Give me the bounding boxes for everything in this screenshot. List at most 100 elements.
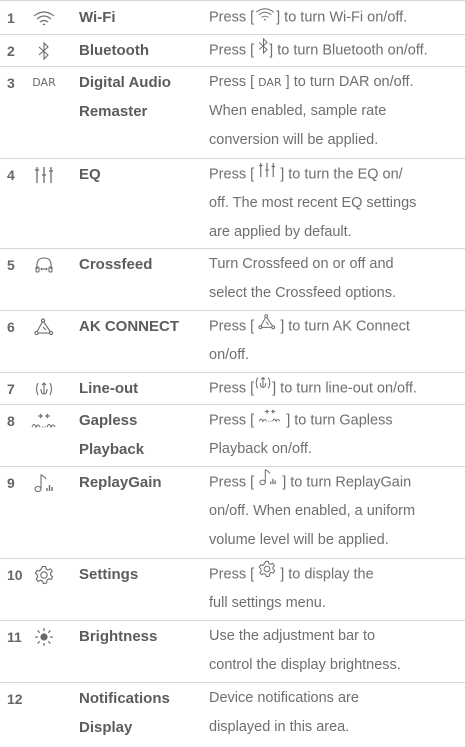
row-number: 12: [7, 691, 23, 707]
table-row: 11 Brightness Use the adjustment bar to …: [0, 621, 465, 683]
row-name-line: Gapless: [79, 412, 138, 429]
desc-text: Press [: [209, 412, 255, 429]
table-row: 9 ReplayGain Press [ ] to turn ReplayGai…: [0, 467, 465, 559]
desc-text: on/off.: [209, 347, 250, 364]
row-description: Turn Crossfeed on or off and select the …: [209, 250, 461, 308]
ak-connect-icon: [30, 311, 58, 343]
eq-icon: [258, 160, 276, 189]
desc-text: ] to turn Bluetooth on/off.: [269, 42, 428, 59]
row-name-line: Display: [79, 719, 133, 736]
settings-icon: [30, 559, 58, 591]
row-name: Crossfeed: [79, 256, 153, 273]
desc-text: ] to display the: [280, 566, 374, 583]
row-number: 7: [7, 381, 15, 397]
desc-text: Press [: [209, 74, 255, 90]
desc-text: Press [: [209, 474, 255, 491]
row-name: ReplayGain: [79, 474, 162, 491]
desc-text: select the Crossfeed options.: [209, 285, 396, 301]
desc-text: on/off. When enabled, a uniform: [209, 503, 416, 520]
row-description: Press [ ] to turn Bluetooth on/off.: [209, 36, 461, 65]
bluetooth-icon: [258, 36, 269, 65]
table-row: 7 Line-out Press [ ] to turn line-out on/…: [0, 373, 465, 405]
dar-icon-text: DAR: [32, 76, 56, 89]
table-row: 4 EQ Press [ ] to turn the EQ on/ off. T…: [0, 159, 465, 249]
dar-icon: DAR: [258, 76, 282, 89]
desc-text: control the display brightness.: [209, 657, 401, 673]
row-number: 11: [7, 629, 22, 645]
row-number: 8: [7, 413, 15, 429]
row-description: Press [ ] to turn AK Connect on/off.: [209, 312, 461, 370]
dar-icon: DAR: [30, 67, 58, 99]
row-description: Press [ ] to turn Gapless Playback on/of…: [209, 406, 461, 464]
ak-connect-icon: [258, 312, 276, 341]
row-description: Press [ ] to turn line-out on/off.: [209, 374, 461, 403]
table-row: 2 Bluetooth Press [ ] to turn Bluetooth …: [0, 35, 465, 67]
line-out-icon: [254, 374, 272, 403]
desc-text: Press [: [209, 566, 255, 583]
row-name-line: Digital Audio: [79, 74, 171, 91]
row-number: 1: [7, 10, 15, 26]
row-name-line: Playback: [79, 441, 145, 458]
bluetooth-icon: [30, 35, 58, 67]
feature-table: 1 Wi-Fi Press [ ] to turn Wi-Fi on/off. 2…: [0, 0, 465, 747]
row-name: Settings: [79, 566, 139, 583]
desc-text: volume level will be applied.: [209, 532, 389, 549]
table-row: 6 AK CONNECT Press [ ] to turn AK Connec…: [0, 311, 465, 373]
desc-text: Press [: [209, 42, 255, 59]
row-description: Press [ ] to turn Wi-Fi on/off.: [209, 3, 461, 32]
row-name: Wi-Fi: [79, 9, 116, 26]
row-number: 10: [7, 567, 23, 583]
desc-text: full settings menu.: [209, 595, 326, 612]
desc-text: Press [: [209, 9, 255, 26]
desc-text: ] to turn the EQ on/: [280, 166, 403, 183]
row-name: Notifications Display: [79, 684, 199, 742]
row-description: Press [ ] to turn ReplayGain on/off. Whe…: [209, 468, 461, 555]
row-number: 4: [7, 167, 15, 183]
row-name: Digital Audio Remaster: [79, 68, 199, 126]
table-row: 12 Notifications Display Device notifica…: [0, 683, 465, 747]
desc-text: Playback on/off.: [209, 441, 312, 458]
desc-text: conversion will be applied.: [209, 132, 379, 148]
eq-icon: [30, 159, 58, 191]
settings-icon: [258, 560, 276, 589]
table-row: 1 Wi-Fi Press [ ] to turn Wi-Fi on/off.: [0, 1, 465, 35]
row-description: Press [ ] to display the full settings m…: [209, 560, 461, 618]
row-name-line: Notifications: [79, 690, 170, 707]
desc-text: ] to turn Wi-Fi on/off.: [276, 9, 408, 26]
row-name-line: Remaster: [79, 103, 148, 120]
row-name: Gapless Playback: [79, 406, 199, 464]
row-description: Use the adjustment bar to control the di…: [209, 622, 461, 680]
row-name: Line-out: [79, 380, 139, 397]
crossfeed-icon: [30, 249, 58, 281]
desc-text: displayed in this area.: [209, 719, 350, 735]
row-description: Press [ DAR ] to turn DAR on/off. When e…: [209, 68, 461, 155]
row-number: 3: [7, 75, 15, 91]
table-row: 10 Settings Press [ ] to display the ful…: [0, 559, 465, 621]
desc-text: ] to turn line-out on/off.: [272, 380, 417, 397]
desc-text: ] to turn ReplayGain: [282, 474, 412, 491]
row-number: 2: [7, 43, 15, 59]
desc-text: Turn Crossfeed on or off and: [209, 256, 394, 272]
replaygain-icon: [30, 467, 58, 499]
desc-text: ] to turn Gapless: [286, 412, 393, 429]
table-row: 8 Gapless Playback Press [ ] to turn Gap…: [0, 405, 465, 467]
row-number: 5: [7, 257, 15, 273]
desc-text: Press [: [209, 380, 255, 397]
table-row: 3 DAR Digital Audio Remaster Press [ DAR…: [0, 67, 465, 159]
table-row: 5 Crossfeed Turn Crossfeed on or off and…: [0, 249, 465, 311]
wifi-icon: [30, 2, 58, 34]
wifi-icon: [254, 3, 276, 32]
desc-text: off. The most recent EQ settings: [209, 195, 417, 212]
row-name: EQ: [79, 166, 101, 183]
desc-text: are applied by default.: [209, 224, 352, 241]
desc-text: Device notifications are: [209, 690, 359, 706]
brightness-icon: [30, 621, 58, 653]
line-out-icon: [30, 373, 58, 405]
desc-text: Use the adjustment bar to: [209, 628, 376, 644]
desc-text: When enabled, sample rate: [209, 103, 387, 119]
gapless-icon: [258, 406, 282, 435]
row-number: 9: [7, 475, 15, 491]
replaygain-icon: [258, 468, 278, 497]
row-number: 6: [7, 319, 15, 335]
gapless-icon: [30, 405, 58, 437]
